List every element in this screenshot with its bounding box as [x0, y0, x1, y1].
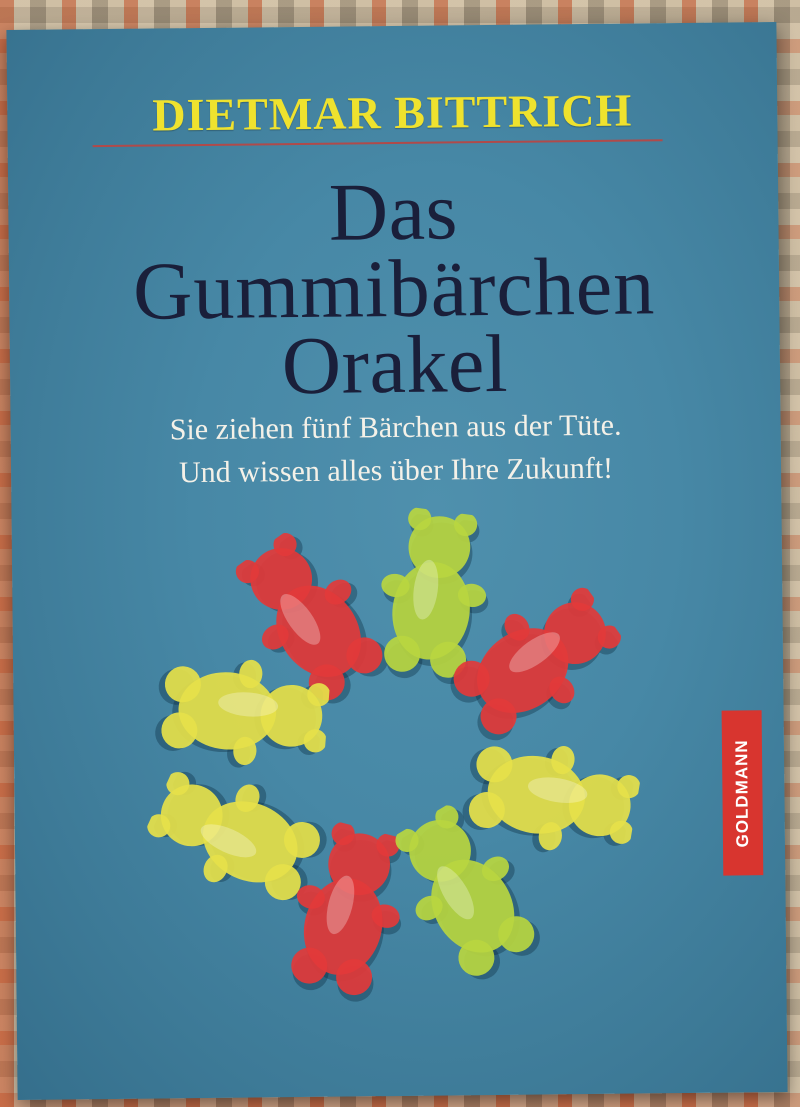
gummy-bear-green	[370, 504, 499, 688]
publisher-name: GOLDMANN	[731, 738, 753, 848]
book-cover: DIETMAR BITTRICH Das Gummibärchen Orakel…	[6, 21, 788, 1101]
gummy-bear-yellow	[152, 653, 332, 774]
gummy-bear-circle	[136, 504, 645, 1009]
gummy-bear-yellow	[457, 732, 645, 866]
publisher-badge: GOLDMANN	[721, 710, 764, 876]
